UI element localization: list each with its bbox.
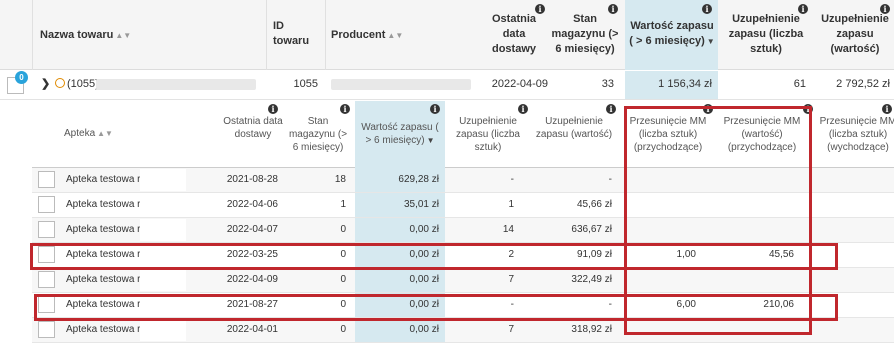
- column-header-stock[interactable]: Stan magazynu (> 6 miesięcy): [550, 12, 620, 57]
- cell-date: 2022-04-07: [226, 224, 278, 235]
- subcolumn-stock[interactable]: Stan magazynu (> 6 miesięcy): [286, 115, 350, 154]
- column-header-producer[interactable]: Producent ▲▼: [331, 28, 461, 43]
- column-divider: [325, 0, 326, 70]
- redacted-name: [140, 169, 186, 191]
- cell-stock: 18: [334, 174, 346, 185]
- cell-value: 629,28 zł: [398, 174, 439, 185]
- cell-refill-qty: 14: [502, 224, 514, 235]
- cell-refill-qty: 7: [508, 324, 514, 335]
- row-checkbox[interactable]: [38, 221, 55, 238]
- info-icon[interactable]: i: [608, 4, 618, 14]
- cell-value: 0,00 zł: [409, 224, 439, 235]
- count-badge: 0: [15, 71, 28, 84]
- product-stock-value: 1 156,34 zł: [658, 78, 712, 90]
- clock-icon: [55, 78, 65, 88]
- column-divider: [266, 0, 267, 70]
- pharmacy-name: Apteka testowa r: [66, 199, 141, 210]
- info-icon[interactable]: i: [340, 104, 350, 114]
- cell-stock: 0: [340, 224, 346, 235]
- row-checkbox[interactable]: [38, 321, 55, 338]
- product-refill-value: 2 792,52 zł: [836, 78, 890, 90]
- cell-refill-value: -: [608, 174, 612, 185]
- redacted-name: [140, 219, 186, 241]
- sort-icon: ▲▼: [97, 129, 113, 138]
- cell-stock: 0: [340, 274, 346, 285]
- column-header-refill-qty[interactable]: Uzupełnienie zapasu (liczba sztuk): [722, 12, 810, 57]
- row-checkbox[interactable]: [38, 171, 55, 188]
- redacted-name: [140, 269, 186, 291]
- cell-stock: 1: [340, 199, 346, 210]
- row-checkbox[interactable]: [38, 196, 55, 213]
- product-id: 1055: [293, 78, 318, 90]
- annotation-box: [34, 294, 838, 321]
- product-refill-qty: 61: [793, 78, 806, 90]
- info-icon[interactable]: i: [606, 104, 616, 114]
- row-checkbox[interactable]: [38, 271, 55, 288]
- sort-icon: ▲▼: [387, 31, 404, 40]
- sort-desc-icon: ▼: [426, 136, 435, 145]
- subcolumn-mm-out-qty[interactable]: Przesunięcie MM (liczba sztuk) (wychodzą…: [818, 115, 894, 154]
- info-icon[interactable]: i: [798, 4, 808, 14]
- product-stock: 33: [601, 78, 614, 90]
- pharmacy-name: Apteka testowa r: [66, 174, 141, 185]
- cell-date: 2022-04-06: [226, 199, 278, 210]
- info-icon[interactable]: i: [880, 4, 890, 14]
- redacted-producer: [331, 79, 471, 90]
- cell-value: 0,00 zł: [409, 324, 439, 335]
- column-header-name[interactable]: Nazwa towaru ▲▼: [40, 28, 260, 43]
- column-header-id[interactable]: ID towaru: [273, 19, 323, 49]
- cell-stock: 0: [340, 324, 346, 335]
- column-header-refill-value[interactable]: Uzupełnienie zapasu (wartość): [816, 12, 894, 57]
- column-header-stock-value[interactable]: Wartość zapasu ( > 6 miesięcy) ▼: [628, 19, 716, 49]
- cell-date: 2022-04-09: [226, 274, 278, 285]
- sort-desc-icon: ▼: [706, 37, 715, 46]
- redacted-name: [140, 319, 186, 341]
- cell-refill-qty: 7: [508, 274, 514, 285]
- info-icon[interactable]: i: [882, 104, 892, 114]
- sort-icon: ▲▼: [115, 31, 132, 40]
- info-icon[interactable]: i: [535, 4, 545, 14]
- pharmacy-name: Apteka testowa r: [66, 224, 141, 235]
- product-name: (1055): [67, 78, 99, 90]
- cell-value: 35,01 zł: [403, 199, 439, 210]
- product-last-delivery: 2022-04-09: [491, 78, 548, 90]
- info-icon[interactable]: i: [518, 104, 528, 114]
- cell-value: 0,00 zł: [409, 274, 439, 285]
- pharmacy-name: Apteka testowa r: [66, 324, 141, 335]
- subcolumn-pharmacy[interactable]: Apteka ▲▼: [64, 127, 113, 140]
- cell-refill-value: 636,67 zł: [571, 224, 612, 235]
- expand-icon[interactable]: ❯: [41, 77, 50, 90]
- redacted-name: [140, 194, 186, 216]
- cell-date: 2021-08-28: [226, 174, 278, 185]
- subcolumn-refill-qty[interactable]: Uzupełnienie zapasu (liczba sztuk): [448, 115, 528, 154]
- subcolumn-refill-value[interactable]: Uzupełnienie zapasu (wartość): [532, 115, 616, 141]
- subcolumn-last-delivery[interactable]: Ostatnia data dostawy: [222, 115, 284, 141]
- annotation-box: [30, 243, 838, 270]
- column-header-last-delivery[interactable]: Ostatnia data dostawy: [480, 12, 548, 57]
- info-icon[interactable]: i: [430, 104, 440, 114]
- cell-refill-value: 318,92 zł: [571, 324, 612, 335]
- cell-refill-qty: 1: [508, 199, 514, 210]
- cell-refill-qty: -: [510, 174, 514, 185]
- info-icon[interactable]: i: [268, 104, 278, 114]
- cell-refill-value: 322,49 zł: [571, 274, 612, 285]
- info-icon[interactable]: i: [702, 4, 712, 14]
- cell-refill-value: 45,66 zł: [576, 199, 612, 210]
- redacted-name: [96, 79, 256, 90]
- subcolumn-stock-value[interactable]: Wartość zapasu ( > 6 miesięcy) ▼: [357, 121, 443, 147]
- pharmacy-name: Apteka testowa r: [66, 274, 141, 285]
- cell-date: 2022-04-01: [226, 324, 278, 335]
